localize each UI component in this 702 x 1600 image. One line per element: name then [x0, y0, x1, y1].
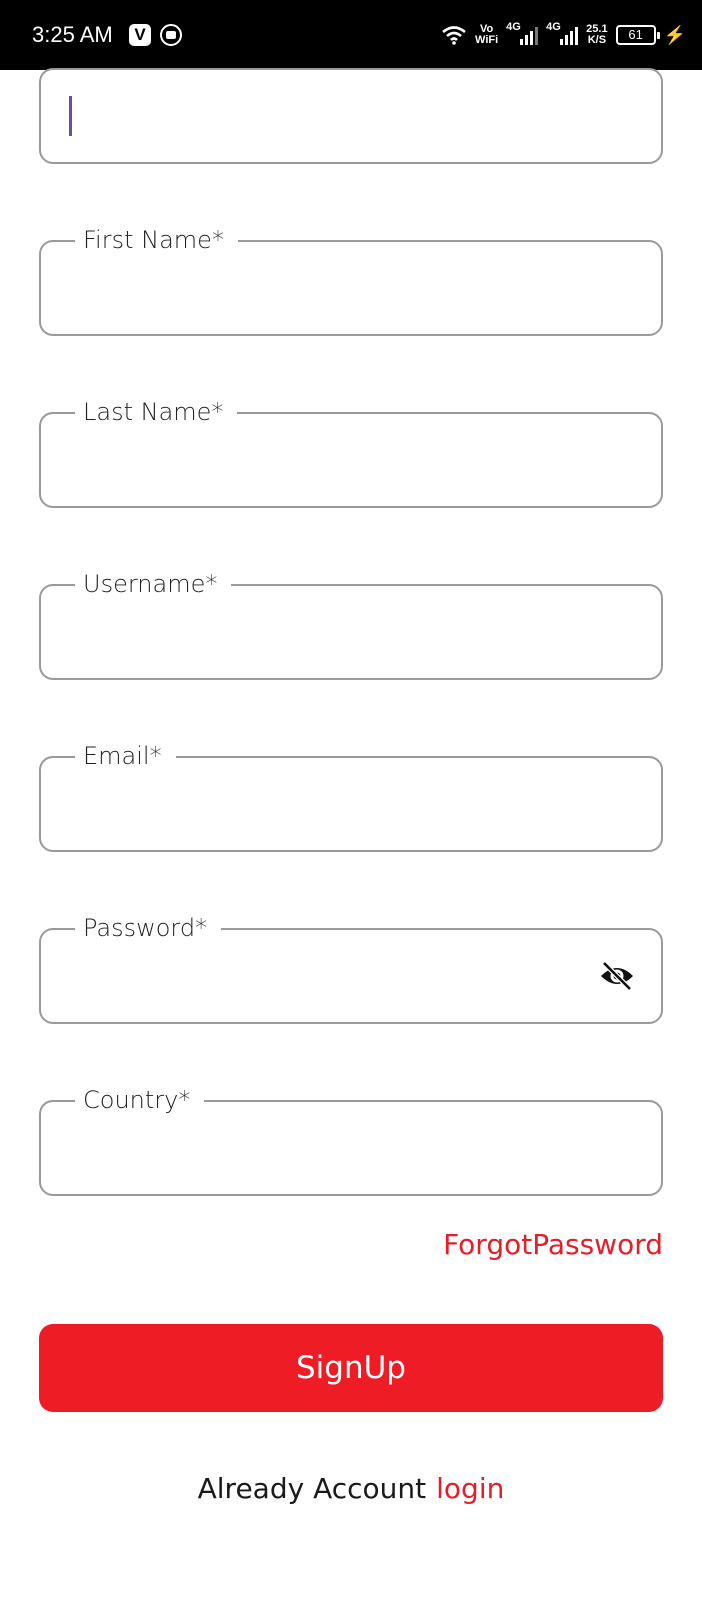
- first-name-label: First Name*: [75, 218, 238, 262]
- sim1-signal-icon: 4G: [506, 21, 539, 45]
- sim2-network-label: 4G: [546, 21, 561, 33]
- signup-button[interactable]: SignUp: [39, 1324, 663, 1412]
- username-label: Username*: [75, 562, 232, 606]
- text-cursor: [69, 96, 72, 136]
- country-field[interactable]: Country*: [39, 1078, 663, 1196]
- v-app-icon: V: [129, 24, 151, 46]
- network-speed: 25.1 K/S: [586, 24, 607, 46]
- eye-off-icon[interactable]: [599, 960, 635, 992]
- first-name-field[interactable]: First Name*: [39, 218, 663, 336]
- battery-icon: 61: [615, 25, 660, 45]
- sim1-network-label: 4G: [506, 21, 521, 33]
- last-name-label: Last Name*: [75, 390, 238, 434]
- vowifi-indicator: Vo WiFi: [475, 24, 498, 46]
- status-time: 3:25 AM: [32, 22, 113, 47]
- network-speed-unit: K/S: [587, 34, 607, 46]
- wifi-icon: [441, 25, 467, 45]
- login-link[interactable]: login: [436, 1472, 504, 1505]
- country-label: Country*: [75, 1078, 205, 1122]
- username-field[interactable]: Username*: [39, 562, 663, 680]
- sim2-signal-icon: 4G: [546, 21, 579, 45]
- user-type-field[interactable]: [39, 68, 663, 164]
- status-right-icons: Vo WiFi 4G 4G 25.1 K/S 61 ⚡: [441, 18, 686, 52]
- charging-icon: ⚡: [663, 24, 686, 45]
- vowifi-bottom-text: WiFi: [475, 34, 499, 46]
- password-field[interactable]: Password*: [39, 906, 663, 1024]
- email-field[interactable]: Email*: [39, 734, 663, 852]
- last-name-field[interactable]: Last Name*: [39, 390, 663, 508]
- login-prompt: Already Account login: [0, 1472, 702, 1505]
- password-label: Password*: [75, 906, 222, 950]
- forgot-password-link[interactable]: ForgotPassword: [443, 1228, 663, 1261]
- status-bar: 3:25 AM V Vo WiFi 4G 4G 25.1 K/S 61 ⚡: [0, 0, 702, 70]
- email-label: Email*: [75, 734, 176, 778]
- already-account-text: Already Account: [197, 1472, 427, 1505]
- video-app-icon: [160, 24, 182, 46]
